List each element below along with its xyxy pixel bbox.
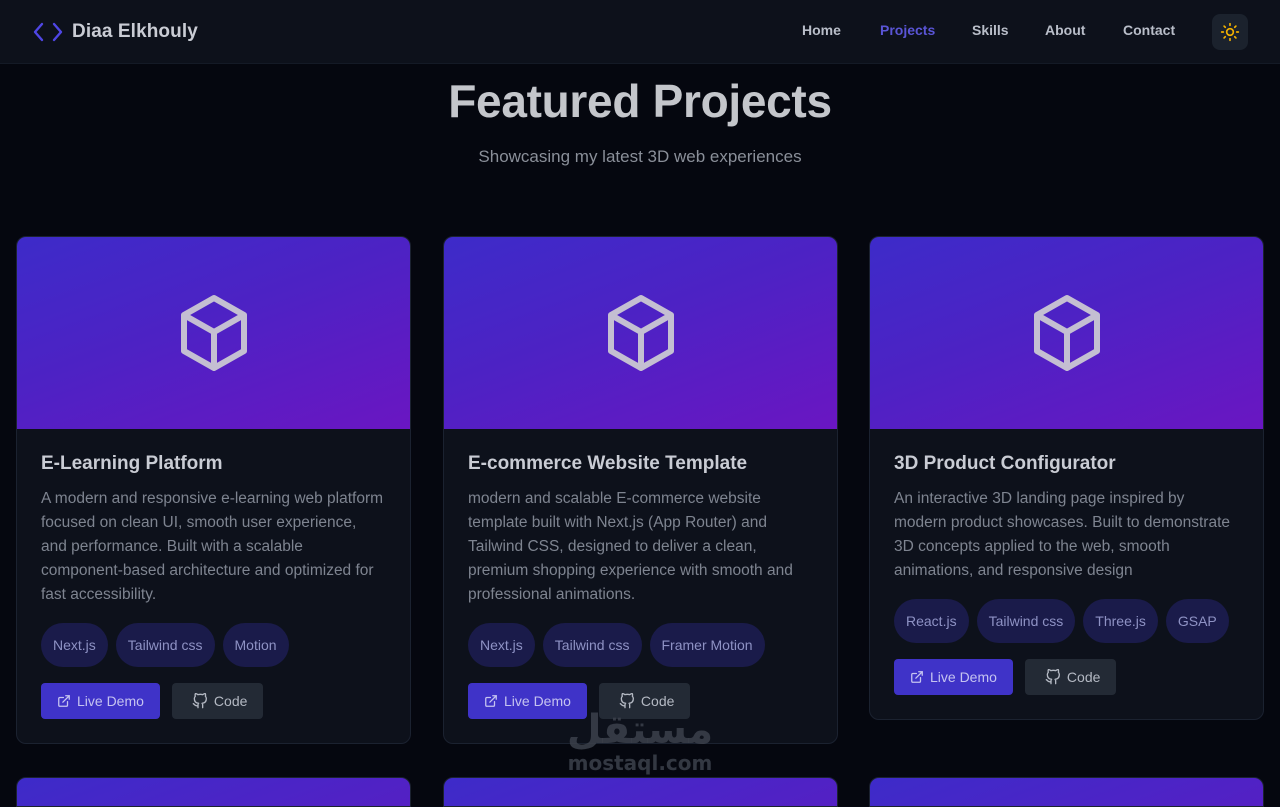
- tech-tags: React.js Tailwind css Three.js GSAP: [894, 599, 1239, 643]
- project-description: A modern and responsive e-learning web p…: [41, 490, 384, 603]
- code-button[interactable]: Code: [598, 683, 691, 719]
- tech-tag: Next.js: [468, 623, 535, 667]
- page-subtitle: Showcasing my latest 3D web experiences: [478, 147, 802, 166]
- sun-icon: [1220, 22, 1240, 42]
- nav-link-home[interactable]: Home: [802, 22, 841, 38]
- tech-tag: Next.js: [41, 623, 108, 667]
- tech-tag: Three.js: [1083, 599, 1158, 643]
- cube-icon: [178, 293, 250, 373]
- nav-link-projects[interactable]: Projects: [880, 22, 935, 38]
- tech-tags: Next.js Tailwind css Framer Motion: [468, 623, 813, 667]
- code-label: Code: [213, 693, 248, 709]
- github-icon: [192, 693, 208, 709]
- nav-link-about[interactable]: About: [1045, 22, 1085, 38]
- project-card: E-Learning Platform A modern and respons…: [16, 236, 411, 744]
- project-thumbnail: [17, 237, 410, 429]
- code-button[interactable]: Code: [171, 683, 264, 719]
- live-demo-button[interactable]: Live Demo: [41, 683, 160, 719]
- watermark-latin: mostaql.com: [567, 751, 713, 775]
- live-demo-label: Live Demo: [504, 693, 571, 709]
- nav-link-skills[interactable]: Skills: [972, 22, 1009, 38]
- code-label: Code: [1066, 669, 1101, 685]
- tech-tag: React.js: [894, 599, 969, 643]
- navbar: Diaa Elkhouly Home Projects Skills About…: [0, 0, 1280, 64]
- tech-tag: Tailwind css: [542, 623, 642, 667]
- project-card: E-commerce Website Template modern and s…: [443, 236, 838, 744]
- cube-icon: [605, 293, 677, 373]
- live-demo-label: Live Demo: [930, 669, 997, 685]
- github-icon: [619, 693, 635, 709]
- live-demo-button[interactable]: Live Demo: [894, 659, 1013, 695]
- brand-name: Diaa Elkhouly: [72, 21, 198, 42]
- tech-tag: Tailwind css: [976, 599, 1076, 643]
- project-card-partial[interactable]: [16, 777, 411, 807]
- theme-toggle-button[interactable]: [1212, 14, 1248, 50]
- brand[interactable]: Diaa Elkhouly: [32, 18, 198, 46]
- page-title: Featured Projects: [448, 75, 832, 127]
- live-demo-label: Live Demo: [77, 693, 144, 709]
- tech-tag: GSAP: [1165, 599, 1229, 643]
- tech-tag: Framer Motion: [649, 623, 765, 667]
- project-card-partial[interactable]: [443, 777, 838, 807]
- external-link-icon: [910, 670, 924, 684]
- external-link-icon: [484, 694, 498, 708]
- code-label: Code: [640, 693, 675, 709]
- project-title: E-commerce Website Template: [468, 453, 748, 474]
- external-link-icon: [57, 694, 71, 708]
- live-demo-button[interactable]: Live Demo: [468, 683, 587, 719]
- code-button[interactable]: Code: [1024, 659, 1117, 695]
- cube-icon: [1031, 293, 1103, 373]
- project-card-partial[interactable]: [869, 777, 1264, 807]
- project-thumbnail: [870, 237, 1263, 429]
- tech-tag: Tailwind css: [115, 623, 215, 667]
- project-description: modern and scalable E-commerce website t…: [468, 490, 793, 603]
- project-thumbnail: [444, 237, 837, 429]
- project-title: E-Learning Platform: [41, 453, 223, 474]
- nav-link-contact[interactable]: Contact: [1123, 22, 1175, 38]
- github-icon: [1045, 669, 1061, 685]
- project-card: 3D Product Configurator An interactive 3…: [869, 236, 1264, 720]
- project-title: 3D Product Configurator: [894, 453, 1116, 474]
- code-brackets-icon: [32, 20, 64, 44]
- tech-tags: Next.js Tailwind css Motion: [41, 623, 386, 667]
- project-description: An interactive 3D landing page inspired …: [894, 490, 1231, 579]
- tech-tag: Motion: [222, 623, 289, 667]
